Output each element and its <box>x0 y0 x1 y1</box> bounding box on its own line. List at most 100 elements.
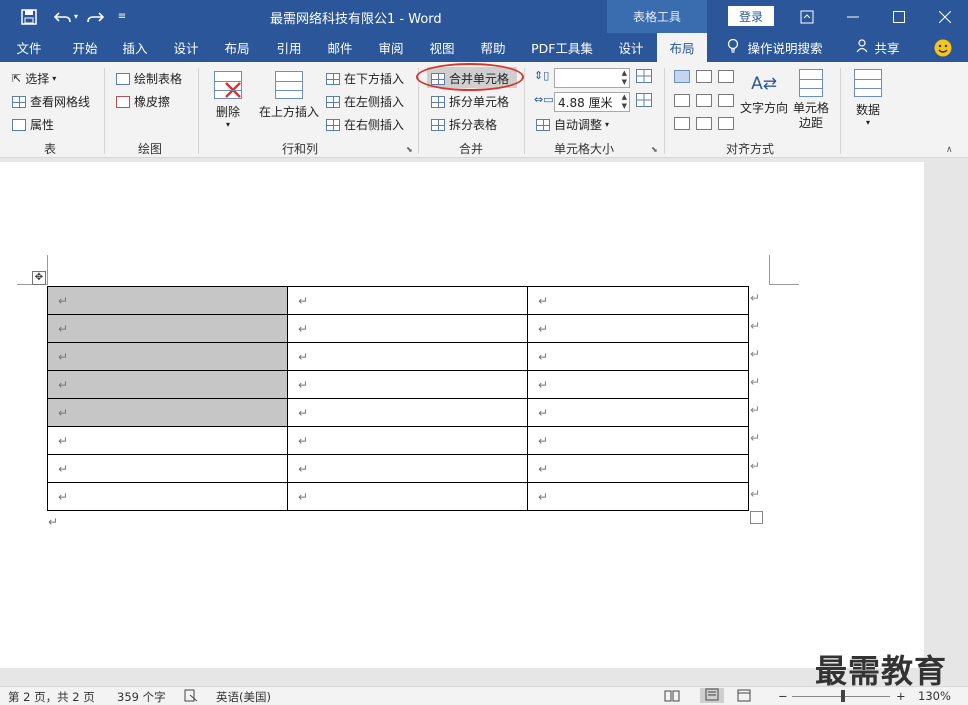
table-cell[interactable]: ↵ <box>47 454 288 483</box>
smiley-icon[interactable] <box>928 33 958 62</box>
tab-references[interactable]: 引用 <box>264 33 314 62</box>
login-button[interactable]: 登录 <box>728 6 774 26</box>
tab-table-design[interactable]: 设计 <box>607 33 655 62</box>
table-move-handle-icon[interactable]: ✥ <box>32 271 46 285</box>
table-cell[interactable]: ↵ <box>47 314 288 343</box>
insert-right-button[interactable]: 在右侧插入 <box>326 116 404 133</box>
print-layout-icon[interactable] <box>700 688 724 703</box>
insert-below-button[interactable]: 在下方插入 <box>326 70 404 87</box>
close-icon[interactable] <box>922 0 968 33</box>
autofit-button[interactable]: 自动调整 ▾ <box>536 116 609 133</box>
split-table-button[interactable]: 拆分表格 <box>431 116 497 133</box>
align-bottom-center-icon[interactable] <box>696 117 712 130</box>
table-cell[interactable]: ↵ <box>527 342 749 371</box>
align-middle-left-icon[interactable] <box>674 94 690 107</box>
spinner-arrows-icon[interactable]: ▲ ▼ <box>622 93 627 111</box>
align-top-center-icon[interactable] <box>696 70 712 83</box>
table-cell[interactable]: ↵ <box>287 370 528 399</box>
table-cell[interactable]: ↵ <box>527 398 749 427</box>
table-cell[interactable]: ↵ <box>287 482 528 511</box>
view-gridlines-button[interactable]: 查看网格线 <box>12 93 90 110</box>
table-cell[interactable]: ↵ <box>527 314 749 343</box>
table-cell[interactable]: ↵ <box>527 370 749 399</box>
tab-insert[interactable]: 插入 <box>110 33 160 62</box>
chevron-down-icon: ▾ <box>225 120 230 129</box>
tab-design[interactable]: 设计 <box>161 33 211 62</box>
table-cell[interactable]: ↵ <box>287 398 528 427</box>
redo-icon[interactable] <box>84 0 106 33</box>
read-mode-icon[interactable] <box>664 689 680 705</box>
select-button[interactable]: ⇱ 选择 ▾ <box>12 70 56 87</box>
proofing-icon[interactable] <box>184 689 198 705</box>
tab-view[interactable]: 视图 <box>417 33 467 62</box>
table-cell[interactable]: ↵ <box>287 314 528 343</box>
align-bottom-left-icon[interactable] <box>674 117 690 130</box>
properties-button[interactable]: 属性 <box>12 116 54 133</box>
zoom-level[interactable]: 130% <box>918 689 951 703</box>
data-button[interactable]: 数据 ▾ <box>848 69 888 127</box>
vertical-scrollbar[interactable] <box>924 162 968 668</box>
zoom-out-icon[interactable]: − <box>778 689 788 703</box>
zoom-in-icon[interactable]: + <box>896 689 906 703</box>
table-cell[interactable]: ↵ <box>287 286 528 315</box>
save-icon[interactable] <box>14 0 44 33</box>
dialog-launcher-icon[interactable]: ⬊ <box>651 145 658 154</box>
text-direction-button[interactable]: A⇄ 文字方向 <box>738 69 790 116</box>
split-cells-button[interactable]: 拆分单元格 <box>431 93 509 110</box>
align-middle-right-icon[interactable] <box>718 94 734 107</box>
word-count[interactable]: 359 个字 <box>117 689 166 705</box>
insert-above-button[interactable]: 在上方插入 <box>258 71 320 120</box>
dialog-launcher-icon[interactable]: ⬊ <box>406 145 413 154</box>
insert-left-button[interactable]: 在左侧插入 <box>326 93 404 110</box>
align-top-right-icon[interactable] <box>718 70 734 83</box>
web-layout-icon[interactable] <box>737 689 751 705</box>
tab-help[interactable]: 帮助 <box>468 33 518 62</box>
tab-file[interactable]: 文件 <box>4 33 54 62</box>
table-cell[interactable]: ↵ <box>527 426 749 455</box>
cell-margins-button[interactable]: 单元格边距 <box>790 69 832 131</box>
align-top-left-icon[interactable] <box>674 70 690 83</box>
table-cell[interactable]: ↵ <box>47 426 288 455</box>
tab-pdf-tools[interactable]: PDF工具集 <box>522 33 602 62</box>
tab-table-layout[interactable]: 布局 <box>657 33 707 62</box>
delete-button[interactable]: 删除 ▾ <box>206 71 250 129</box>
customize-qat-icon[interactable]: ≡ <box>114 0 130 33</box>
maximize-icon[interactable] <box>876 0 922 33</box>
tab-review[interactable]: 审阅 <box>366 33 416 62</box>
table-cell[interactable]: ↵ <box>527 454 749 483</box>
distribute-rows-icon[interactable] <box>636 69 652 86</box>
table-cell[interactable]: ↵ <box>47 482 288 511</box>
table-cell[interactable]: ↵ <box>287 426 528 455</box>
distribute-columns-icon[interactable] <box>636 93 652 110</box>
table-cell[interactable]: ↵ <box>287 454 528 483</box>
eraser-button[interactable]: 橡皮擦 <box>116 93 170 110</box>
table-cell[interactable]: ↵ <box>47 398 288 427</box>
align-bottom-right-icon[interactable] <box>718 117 734 130</box>
table-cell[interactable]: ↵ <box>47 370 288 399</box>
minimize-icon[interactable] <box>830 0 876 33</box>
language-indicator[interactable]: 英语(美国) <box>216 689 271 705</box>
zoom-slider-thumb[interactable] <box>841 690 845 702</box>
table-cell[interactable]: ↵ <box>47 342 288 371</box>
tab-home[interactable]: 开始 <box>60 33 110 62</box>
draw-table-button[interactable]: 绘制表格 <box>116 70 182 87</box>
share-button[interactable]: 共享 <box>850 33 906 62</box>
document-table[interactable]: ↵ ↵ ↵ ↵ ↵ ↵ ↵ ↵ ↵ ↵ ↵ ↵ ↵ ↵ ↵ ↵ ↵ ↵ ↵ ↵ ↵ ↵ ↵ ↵ <box>47 286 749 511</box>
page-count[interactable]: 第 2 页，共 2 页 <box>8 689 95 705</box>
column-width-input[interactable]: 4.88 厘米 ▲ ▼ <box>554 92 630 112</box>
view-gridlines-label: 查看网格线 <box>30 95 91 109</box>
align-middle-center-icon[interactable] <box>696 94 712 107</box>
tab-layout[interactable]: 布局 <box>212 33 262 62</box>
table-cell[interactable]: ↵ <box>527 482 749 511</box>
collapse-ribbon-icon[interactable]: ∧ <box>946 145 953 155</box>
row-height-input[interactable]: ▲ ▼ <box>554 68 630 88</box>
table-cell[interactable]: ↵ <box>47 286 288 315</box>
search-box[interactable]: 操作说明搜索 <box>720 33 830 62</box>
tab-mailings[interactable]: 邮件 <box>315 33 365 62</box>
spinner-arrows-icon[interactable]: ▲ ▼ <box>622 69 627 87</box>
table-cell[interactable]: ↵ <box>527 286 749 315</box>
ribbon-display-icon[interactable] <box>784 0 830 33</box>
table-cell[interactable]: ↵ <box>287 342 528 371</box>
undo-dropdown-icon[interactable]: ▾ <box>70 0 82 33</box>
table-resize-handle[interactable] <box>750 511 763 524</box>
